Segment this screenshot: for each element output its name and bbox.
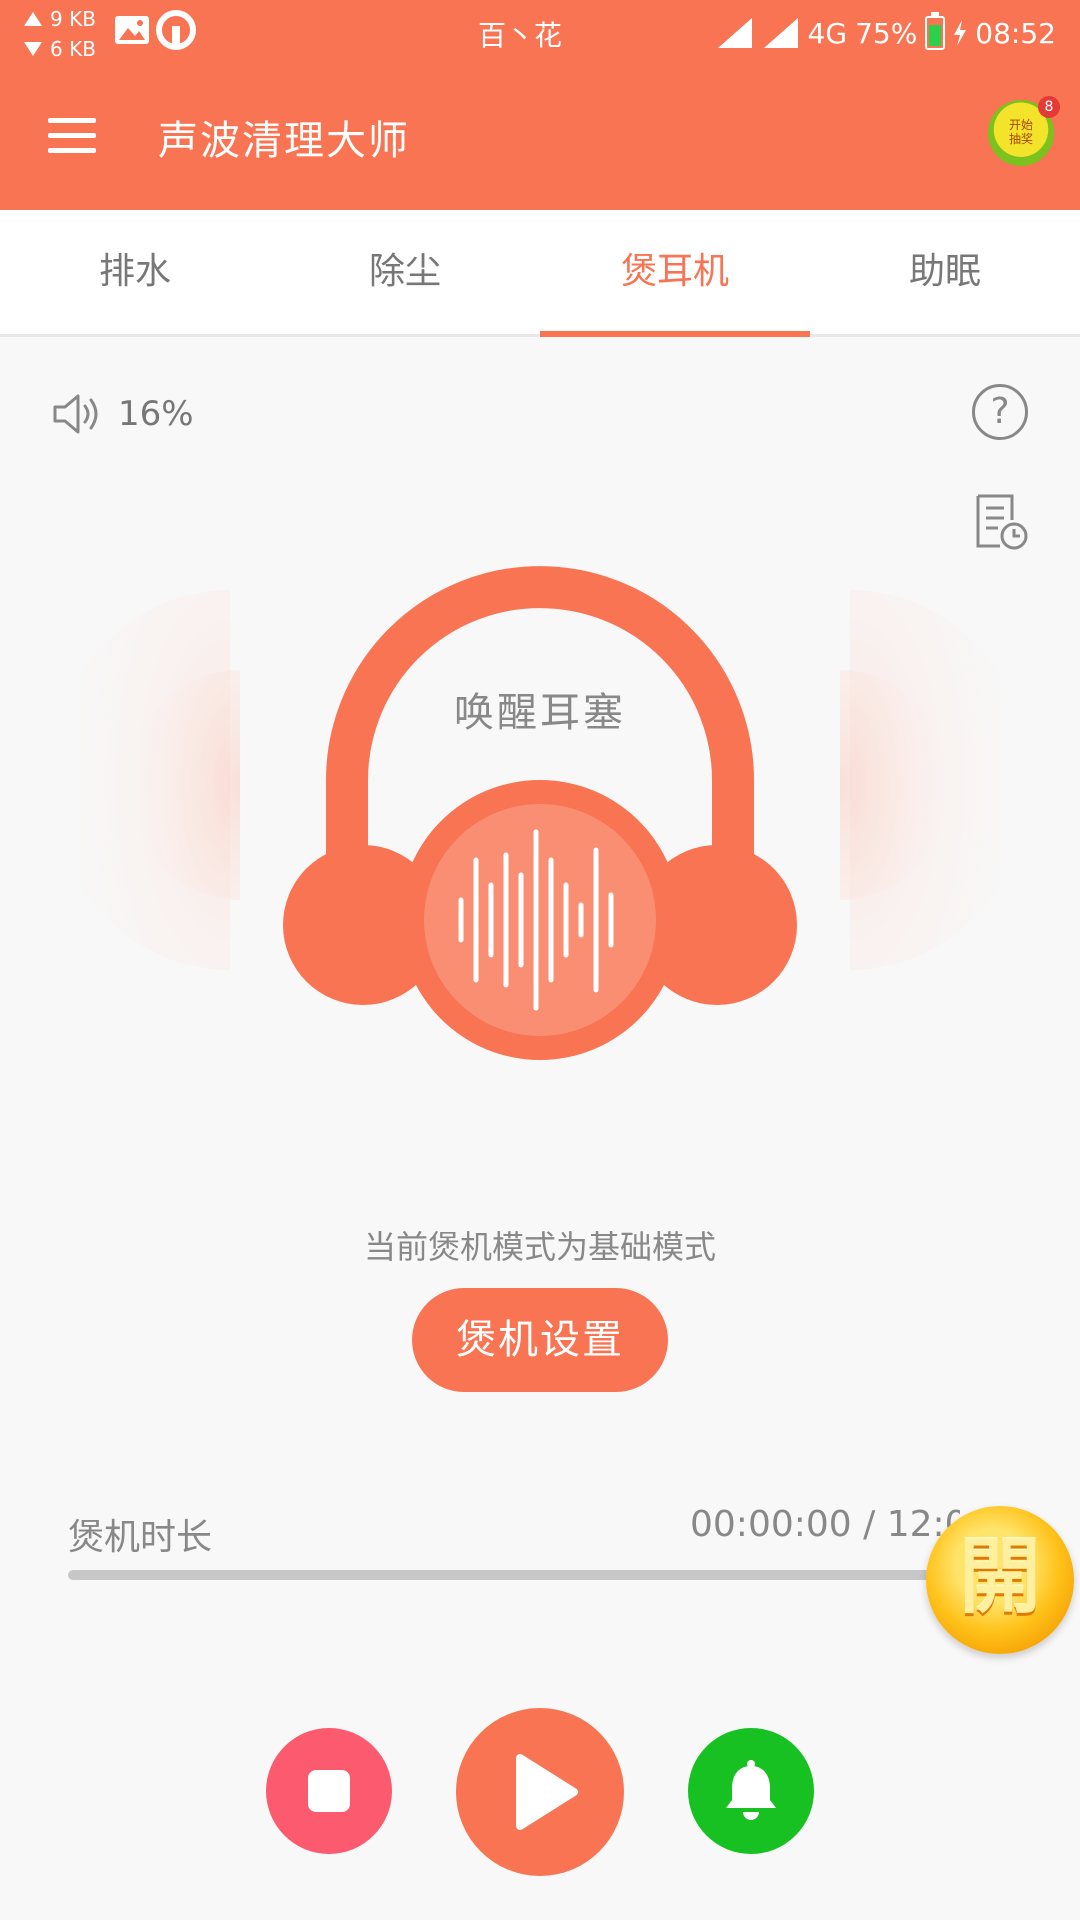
status-right: 4G 75% 08:52	[716, 8, 1056, 58]
net-up-label: 9 KB	[50, 7, 96, 31]
duration-progress	[68, 1570, 1008, 1580]
net-down-label: 6 KB	[50, 37, 96, 61]
speaker-icon	[53, 394, 98, 434]
download-arrow-icon	[24, 42, 42, 56]
stop-icon	[308, 1770, 350, 1812]
net-speed: 9 KB 6 KB	[24, 4, 114, 64]
menu-button[interactable]	[40, 110, 100, 160]
app-notify-icon	[156, 10, 196, 50]
charging-icon	[954, 20, 967, 46]
gallery-icon	[115, 16, 149, 44]
signal-icon	[717, 18, 752, 48]
duration-label: 煲机时长	[68, 1517, 213, 1558]
bell-icon	[726, 1760, 776, 1820]
volume-indicator[interactable]: 16%	[52, 384, 194, 444]
headphone-illustration[interactable]	[80, 560, 1000, 1080]
play-icon	[516, 1754, 578, 1830]
lucky-coin-button[interactable]: 開	[926, 1506, 1074, 1654]
clock: 08:52	[975, 16, 1056, 50]
status-bar: 9 KB 6 KB 百丶花 4G 75% 08:52	[0, 0, 1080, 66]
mode-status: 当前煲机模式为基础模式	[363, 1228, 716, 1266]
upload-arrow-icon	[24, 12, 42, 26]
duration-time: 00:00:00 / 12:00	[690, 1504, 960, 1545]
tab-drain[interactable]: 排水	[0, 210, 270, 334]
tab-dust[interactable]: 除尘	[270, 210, 540, 334]
lottery-label: 开始 抽奖	[1008, 118, 1033, 146]
app-title: 声波清理大师	[158, 118, 410, 164]
lottery-badge: 8	[1038, 96, 1060, 118]
help-button[interactable]: ?	[972, 384, 1028, 440]
signal-icon	[763, 18, 798, 48]
wake-earbuds-label: 唤醒耳塞	[454, 690, 626, 736]
lottery-button[interactable]: 开始 抽奖 8	[988, 96, 1060, 166]
battery-icon	[925, 12, 946, 50]
tab-bar: 排水 除尘 煲耳机 助眠	[0, 210, 1080, 337]
network-type: 4G	[807, 16, 848, 50]
reminder-button[interactable]	[688, 1728, 814, 1854]
stop-button[interactable]	[266, 1728, 392, 1854]
tab-sleep[interactable]: 助眠	[810, 210, 1080, 334]
coin-label: 開	[958, 1530, 1041, 1625]
battery-percent: 75%	[855, 16, 918, 50]
carrier-label: 百丶花	[477, 19, 562, 52]
tab-burn-in[interactable]: 煲耳机	[540, 210, 810, 337]
history-icon[interactable]	[972, 492, 1032, 552]
volume-label: 16%	[118, 394, 194, 434]
play-button[interactable]	[456, 1708, 624, 1876]
burn-in-settings-button[interactable]: 煲机设置	[412, 1288, 668, 1392]
